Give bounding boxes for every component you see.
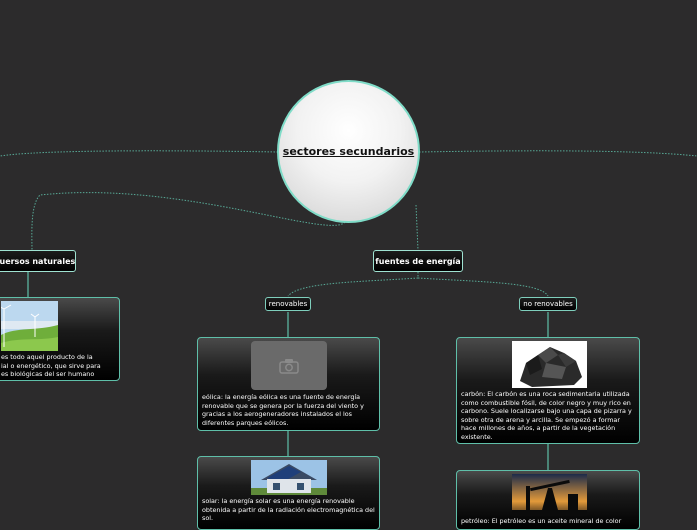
subtopic-renovables[interactable]: renovables bbox=[265, 297, 311, 311]
card-solar-text: solar: la energía solar es una energía r… bbox=[202, 497, 375, 523]
card-petroleo[interactable]: petróleo: El petróleo es un aceite miner… bbox=[456, 470, 640, 530]
card-solar[interactable]: solar: la energía solar es una energía r… bbox=[197, 456, 380, 530]
topic-recursos-label: cuersos naturales bbox=[0, 256, 76, 266]
oil-pump-image bbox=[512, 474, 587, 516]
central-topic[interactable]: sectores secundarios bbox=[277, 80, 420, 223]
subtopic-renovables-label: renovables bbox=[268, 300, 308, 308]
card-petroleo-text: petróleo: El petróleo es un aceite miner… bbox=[461, 517, 622, 525]
central-topic-label: sectores secundarios bbox=[282, 145, 415, 158]
coal-image bbox=[512, 341, 587, 388]
topic-recursos[interactable]: cuersos naturales bbox=[0, 250, 76, 272]
wind-landscape-image bbox=[1, 301, 58, 351]
subtopic-no-renovables[interactable]: no renovables bbox=[519, 297, 577, 311]
card-carbon-text: carbón: El carbón es una roca sedimentar… bbox=[461, 390, 632, 441]
solar-house-image bbox=[251, 460, 327, 495]
card-recursos[interactable]: es todo aquel producto de la ial o energ… bbox=[0, 297, 120, 381]
subtopic-no-renovables-label: no renovables bbox=[523, 300, 573, 308]
card-eolica[interactable]: eólica: la energía eólica es una fuente … bbox=[197, 337, 380, 431]
card-eolica-text: eólica: la energía eólica es una fuente … bbox=[202, 393, 364, 427]
card-recursos-text: es todo aquel producto de la ial o energ… bbox=[1, 353, 101, 379]
camera-icon bbox=[279, 358, 299, 374]
topic-energia-label: fuentes de energía bbox=[375, 256, 461, 266]
topic-fuentes-de-energia[interactable]: fuentes de energía bbox=[373, 250, 463, 272]
card-carbon[interactable]: carbón: El carbón es una roca sedimentar… bbox=[456, 337, 640, 444]
image-placeholder bbox=[251, 341, 327, 390]
